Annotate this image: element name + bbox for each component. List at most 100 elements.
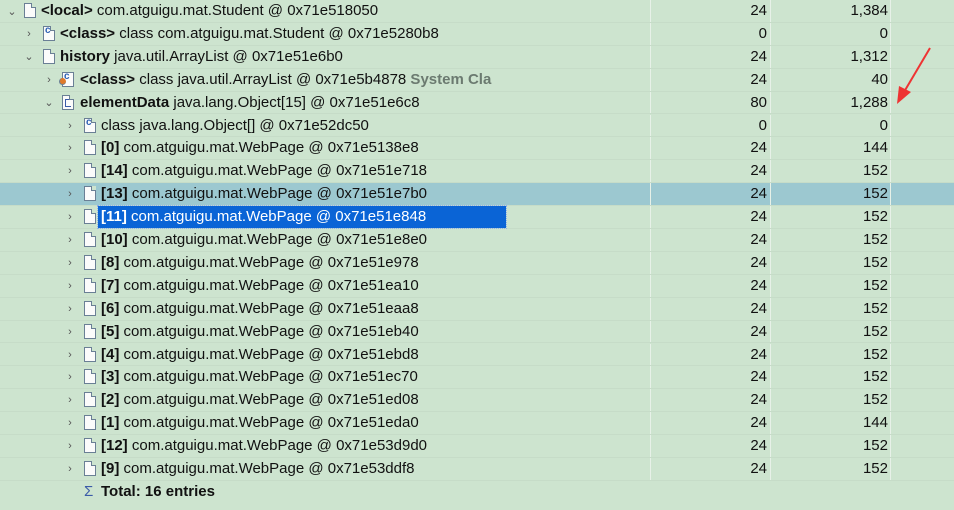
object-icon [84,392,96,408]
column-divider [650,91,651,114]
object-type-address: class java.lang.Object[] @ 0x71e52dc50 [101,116,369,134]
object-label[interactable]: [1] com.atguigu.mat.WebPage @ 0x71e51eda… [98,412,422,434]
field-name: [3] [101,368,120,386]
column-divider [650,366,651,389]
tree-row[interactable]: › [3] com.atguigu.mat.WebPage @ 0x71e51ec… [0,366,954,390]
object-label[interactable]: [7] com.atguigu.mat.WebPage @ 0x71e51ea1… [98,275,422,297]
object-label[interactable]: [6] com.atguigu.mat.WebPage @ 0x71e51eaa… [98,298,422,320]
shallow-heap-value: 24 [750,2,767,19]
expand-chevron-icon[interactable]: › [63,229,77,251]
object-label[interactable]: [12] com.atguigu.mat.WebPage @ 0x71e53d9… [98,435,430,457]
collapse-chevron-icon[interactable]: ⌄ [5,0,19,22]
expand-chevron-icon[interactable]: › [63,458,77,480]
expand-chevron-icon[interactable]: › [63,160,77,182]
field-name: <class> [80,70,136,88]
column-divider [890,229,891,251]
object-label[interactable]: [8] com.atguigu.mat.WebPage @ 0x71e51e97… [98,252,422,274]
retained-heap-value: 152 [862,276,888,294]
tree-row[interactable]: › [8] com.atguigu.mat.WebPage @ 0x71e51e9… [0,251,954,275]
tree-row[interactable]: › [0] com.atguigu.mat.WebPage @ 0x71e5138… [0,137,954,161]
object-label[interactable]: <class> class com.atguigu.mat.Student @ … [57,23,442,45]
column-divider [770,389,771,412]
total-label: Total: 16 entries [98,481,218,503]
tree-row[interactable]: › [4] com.atguigu.mat.WebPage @ 0x71e51eb… [0,343,954,367]
column-divider [650,229,651,251]
collapse-chevron-icon[interactable]: ⌄ [42,92,56,114]
expand-chevron-icon[interactable]: › [42,69,56,91]
object-label[interactable]: [3] com.atguigu.mat.WebPage @ 0x71e51ec7… [98,366,421,388]
tree-row[interactable]: › [14] com.atguigu.mat.WebPage @ 0x71e51e… [0,160,954,184]
collapse-chevron-icon[interactable]: ⌄ [22,46,36,68]
object-label[interactable]: [0] com.atguigu.mat.WebPage @ 0x71e5138e… [98,137,422,159]
tree-row[interactable]: ⌄ <local> com.atguigu.mat.Student @ 0x71e… [0,0,954,23]
tree-row[interactable]: › [5] com.atguigu.mat.WebPage @ 0x71e51eb… [0,320,954,344]
retained-heap-value: 0 [879,24,888,42]
field-name: [13] [101,185,128,203]
tree-row[interactable]: › [1] com.atguigu.mat.WebPage @ 0x71e51ed… [0,412,954,436]
expand-chevron-icon[interactable]: › [63,389,77,411]
expand-chevron-icon[interactable]: › [63,206,77,228]
column-divider [650,320,651,343]
sigma-icon: Σ [84,482,94,500]
column-divider [890,183,891,206]
tree-row[interactable]: › [9] com.atguigu.mat.WebPage @ 0x71e53dd… [0,458,954,481]
tree-row[interactable]: › [2] com.atguigu.mat.WebPage @ 0x71e51ed… [0,389,954,413]
column-divider [770,206,771,228]
column-divider [770,160,771,183]
expand-chevron-icon[interactable]: › [63,412,77,434]
tree-row[interactable]: › [6] com.atguigu.mat.WebPage @ 0x71e51ea… [0,297,954,321]
column-divider [770,183,771,206]
expand-chevron-icon[interactable]: › [63,435,77,457]
object-label[interactable]: elementData java.lang.Object[15] @ 0x71e… [77,92,423,114]
object-label[interactable]: history java.util.ArrayList @ 0x71e51e6b… [57,46,346,68]
expand-chevron-icon[interactable]: › [63,344,77,366]
expand-chevron-icon[interactable]: › [63,115,77,137]
column-divider [770,137,771,160]
field-name: [0] [101,139,120,157]
field-name: [12] [101,437,128,455]
object-label[interactable]: [10] com.atguigu.mat.WebPage @ 0x71e51e8… [98,229,430,251]
tree-row[interactable]: › <class> class java.util.ArrayList @ 0x7… [0,68,954,92]
object-label[interactable]: [11] com.atguigu.mat.WebPage @ 0x71e51e8… [97,205,507,230]
column-divider [650,297,651,320]
expand-chevron-icon[interactable]: › [63,366,77,388]
object-label[interactable]: [5] com.atguigu.mat.WebPage @ 0x71e51eb4… [98,321,422,343]
tree-row[interactable]: › class java.lang.Object[] @ 0x71e52dc50 0… [0,114,954,138]
tree-row[interactable]: ⌄ elementData java.lang.Object[15] @ 0x71… [0,91,954,115]
retained-heap-value: 1,288 [850,93,888,111]
object-label[interactable]: class java.lang.Object[] @ 0x71e52dc50 [98,115,372,137]
field-name: [2] [101,391,120,409]
object-label[interactable]: [4] com.atguigu.mat.WebPage @ 0x71e51ebd… [98,344,422,366]
object-label[interactable]: <class> class java.util.ArrayList @ 0x71… [77,69,494,91]
object-label[interactable]: [9] com.atguigu.mat.WebPage @ 0x71e53ddf… [98,458,417,480]
expand-chevron-icon[interactable]: › [63,321,77,343]
column-divider [770,297,771,320]
object-type-address: java.util.ArrayList @ 0x71e51e6b0 [110,47,343,65]
retained-heap-value: 1,312 [850,47,888,65]
field-name: history [60,47,111,65]
tree-row[interactable]: › [11] com.atguigu.mat.WebPage @ 0x71e51e… [0,205,954,230]
object-label[interactable]: [13] com.atguigu.mat.WebPage @ 0x71e51e7… [98,183,430,205]
tree-row[interactable]: › <class> class com.atguigu.mat.Student @… [0,22,954,46]
expand-chevron-icon[interactable]: › [63,183,77,205]
expand-chevron-icon[interactable]: › [63,275,77,297]
object-label[interactable]: [14] com.atguigu.mat.WebPage @ 0x71e51e7… [98,160,430,182]
retained-heap-value: 152 [862,162,888,180]
object-label[interactable]: [2] com.atguigu.mat.WebPage @ 0x71e51ed0… [98,389,422,411]
shallow-heap-value: 24 [750,437,767,455]
tree-row[interactable]: › [12] com.atguigu.mat.WebPage @ 0x71e53d… [0,435,954,458]
tree-row[interactable]: ⌄ history java.util.ArrayList @ 0x71e51e6… [0,45,954,69]
retained-heap-value: 152 [862,299,888,317]
column-divider [890,160,891,183]
column-divider [650,435,651,457]
column-divider [770,0,771,22]
tree-row[interactable]: › [13] com.atguigu.mat.WebPage @ 0x71e51e… [0,183,954,207]
expand-chevron-icon[interactable]: › [22,23,36,45]
expand-chevron-icon[interactable]: › [63,137,77,159]
object-label[interactable]: <local> com.atguigu.mat.Student @ 0x71e5… [38,0,381,22]
tree-row[interactable]: › [7] com.atguigu.mat.WebPage @ 0x71e51ea… [0,274,954,298]
object-type-address: com.atguigu.mat.WebPage @ 0x71e53d9d0 [127,437,427,455]
expand-chevron-icon[interactable]: › [63,252,77,274]
expand-chevron-icon[interactable]: › [63,298,77,320]
tree-row[interactable]: › [10] com.atguigu.mat.WebPage @ 0x71e51e… [0,229,954,252]
